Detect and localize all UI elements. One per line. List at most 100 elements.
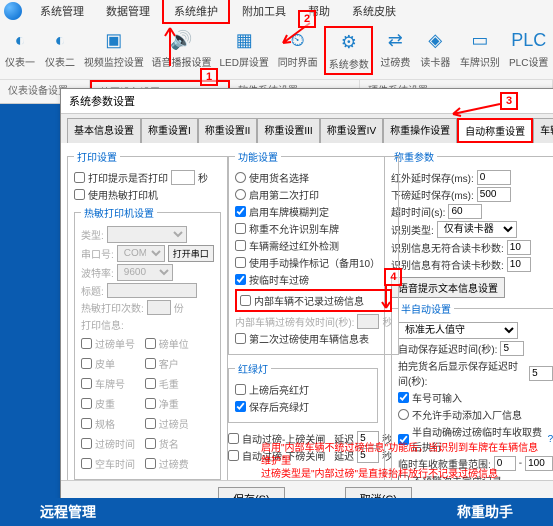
sel-baud[interactable]: 9600 <box>117 264 173 281</box>
menu-3[interactable]: 附加工具 <box>232 0 296 22</box>
btn-open-port[interactable]: 打开串口 <box>168 245 214 262</box>
tab-5[interactable]: 称重操作设置 <box>383 118 457 143</box>
tool-LED屏设置[interactable]: ▦ LED屏设置 <box>217 26 271 75</box>
chk-col[interactable] <box>145 378 156 389</box>
tool-同时界面[interactable]: ⏲同时界面 <box>275 26 320 75</box>
tab-7[interactable]: 车辆信息维护设置 <box>533 118 553 143</box>
tool-PLC设置[interactable]: PLCPLC设置 <box>506 26 551 75</box>
chk-col[interactable] <box>145 458 156 469</box>
chk-c5[interactable] <box>228 450 239 461</box>
lbl: 打印提示是否打印 <box>88 170 168 185</box>
bottom-right[interactable]: 称重助手 <box>457 502 513 522</box>
inp-s3[interactable] <box>529 366 553 381</box>
sel-s1[interactable]: 标准无人值守 <box>398 322 518 339</box>
chk-f3[interactable] <box>235 206 246 217</box>
lbl: 货名 <box>159 436 179 451</box>
lbl: 净重 <box>159 396 179 411</box>
menu-5[interactable]: 系统皮肤 <box>342 0 406 22</box>
chk-thermal[interactable] <box>74 189 85 200</box>
btn-voice[interactable]: 语音提示文本信息设置 <box>391 277 505 298</box>
weigh-params: 称重参数 红外延时保存(ms): 下磅延时保存(ms): 超时时间(s): 识别… <box>384 149 553 480</box>
tool-读卡器[interactable]: ◈读卡器 <box>417 26 453 75</box>
inp-w2[interactable] <box>477 187 511 202</box>
sel-type[interactable] <box>107 226 187 243</box>
lbl: 热敏打印机设置 <box>81 205 157 220</box>
chk-col[interactable] <box>81 398 92 409</box>
lbl: 车辆需经过红外检测 <box>249 238 339 253</box>
chk-c4[interactable] <box>228 433 239 444</box>
lbl: 使用手动操作标记（备用10） <box>249 255 380 270</box>
chk-col[interactable] <box>145 398 156 409</box>
chk-l2[interactable] <box>235 401 246 412</box>
sel-w4[interactable]: 仅有读卡器 <box>437 221 517 238</box>
tab-3[interactable]: 称重设置III <box>257 118 319 143</box>
lbl: 车牌号 <box>95 376 125 391</box>
chk-f5[interactable] <box>235 240 246 251</box>
chk-col[interactable] <box>81 338 92 349</box>
help-icon[interactable]: ? <box>548 434 553 445</box>
tool-过磅费[interactable]: ⇄过磅费 <box>377 26 413 75</box>
lbl: 不允许手动添加入厂信息 <box>412 407 522 422</box>
sel-com[interactable]: COM2 <box>117 245 165 262</box>
chk-internal-vehicle[interactable] <box>240 295 251 306</box>
lbl: 过磅费 <box>159 456 189 471</box>
tab-4[interactable]: 称重设置IV <box>320 118 383 143</box>
bottom-left[interactable]: 远程管理 <box>40 502 96 522</box>
chk-col[interactable] <box>81 418 92 429</box>
inp-w1[interactable] <box>477 170 511 185</box>
tool-icon: ▭ <box>468 28 492 52</box>
inp-w3[interactable] <box>448 204 482 219</box>
chk-l1[interactable] <box>235 384 246 395</box>
chk-col[interactable] <box>81 378 92 389</box>
chk-s4[interactable] <box>398 392 409 403</box>
lbl: 半自动设置 <box>398 301 454 316</box>
inp-w5[interactable] <box>507 240 531 255</box>
app-logo <box>4 2 22 20</box>
chk-f6[interactable] <box>235 257 246 268</box>
lbl: 波特率: <box>81 265 114 280</box>
rad-f1[interactable] <box>235 172 246 183</box>
chk-f10[interactable] <box>235 333 246 344</box>
tool-仪表二[interactable]: ◐仪表二 <box>42 26 78 75</box>
tool-label: 系统参数 <box>329 56 369 71</box>
inp-title[interactable] <box>107 283 197 298</box>
tool-系统参数[interactable]: ⚙系统参数 <box>324 26 373 75</box>
menu-1[interactable]: 数据管理 <box>96 0 160 22</box>
chk-print-prompt[interactable] <box>74 172 85 183</box>
inp-copies[interactable] <box>147 300 171 315</box>
chk-col[interactable] <box>81 358 92 369</box>
rad-s5[interactable] <box>398 409 409 420</box>
tool-视频监控设置[interactable]: ▣视频监控设置 <box>82 26 146 75</box>
chk-col[interactable] <box>81 458 92 469</box>
tool-label: LED屏设置 <box>219 54 268 69</box>
chk-col[interactable] <box>145 338 156 349</box>
menubar: 系统管理数据管理系统维护附加工具帮助系统皮肤 <box>0 0 553 22</box>
inp-f9[interactable] <box>357 314 379 329</box>
chk-f7[interactable] <box>235 274 246 285</box>
chk-col[interactable] <box>145 418 156 429</box>
tool-icon: ▦ <box>232 28 256 52</box>
menu-0[interactable]: 系统管理 <box>30 0 94 22</box>
dialog-title: 系统参数设置 <box>61 89 553 114</box>
lbl: 启用车牌模糊判定 <box>249 204 329 219</box>
chk-col[interactable] <box>81 438 92 449</box>
lbl: 串口号: <box>81 246 114 261</box>
tab-0[interactable]: 基本信息设置 <box>67 118 141 143</box>
tool-icon: ◐ <box>48 28 72 52</box>
inp-w6[interactable] <box>507 257 531 272</box>
tool-车牌识别[interactable]: ▭车牌识别 <box>457 26 502 75</box>
callout-3: 3 <box>500 92 518 110</box>
rad-f2[interactable] <box>235 189 246 200</box>
chk-col[interactable] <box>145 438 156 449</box>
inp-s2[interactable] <box>500 341 524 356</box>
chk-f4[interactable] <box>235 223 246 234</box>
lbl: 毛重 <box>159 376 179 391</box>
tool-label: 语音播报设置 <box>151 54 211 69</box>
inp-print-sec[interactable] <box>171 170 195 185</box>
tool-仪表一[interactable]: ◐仪表一 <box>2 26 38 75</box>
tab-2[interactable]: 称重设置II <box>198 118 258 143</box>
tab-6[interactable]: 自动称重设置 <box>457 118 533 143</box>
chk-col[interactable] <box>145 358 156 369</box>
menu-2[interactable]: 系统维护 <box>162 0 230 24</box>
tab-1[interactable]: 称重设置I <box>141 118 198 143</box>
